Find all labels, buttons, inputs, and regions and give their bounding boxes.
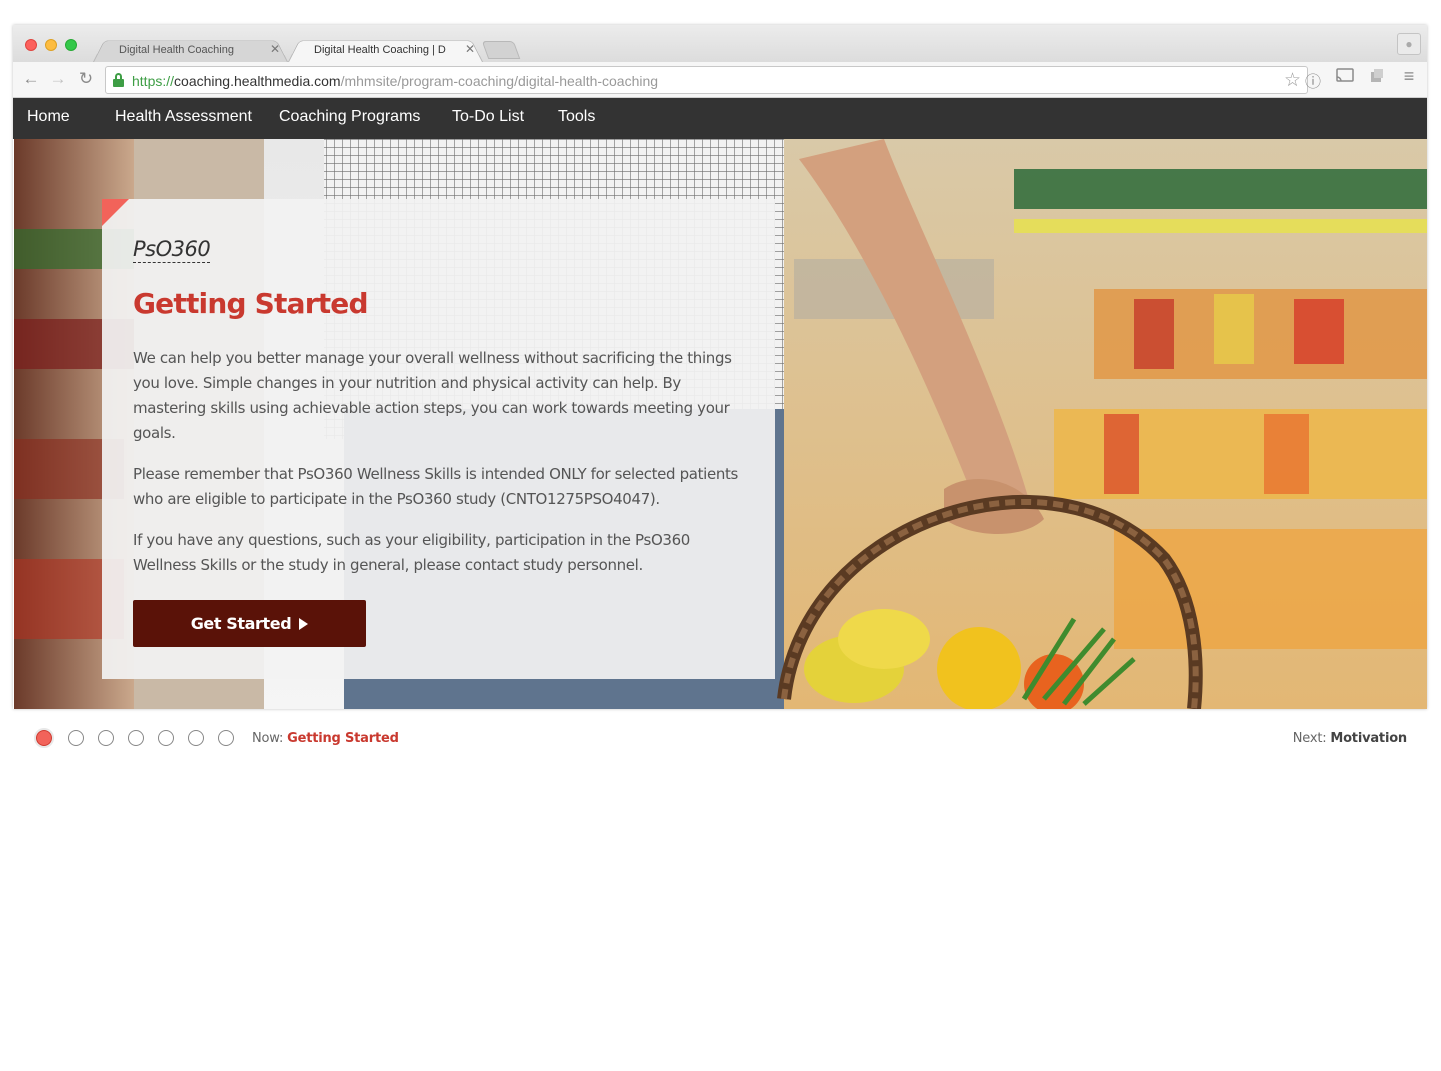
step-dot-current[interactable]	[34, 728, 54, 748]
intro-paragraph: We can help you better manage your overa…	[133, 349, 732, 442]
step-dot[interactable]	[128, 730, 144, 746]
browser-tab-active[interactable]: Digital Health Coaching | D ✕	[288, 37, 483, 62]
minimize-window-button[interactable]	[45, 39, 57, 51]
address-bar[interactable]: https://coaching.healthmedia.com/mhmsite…	[105, 66, 1308, 94]
zoom-window-button[interactable]	[65, 39, 77, 51]
site-nav: Home Health Assessment Coaching Programs…	[13, 98, 1427, 139]
step-dot[interactable]	[218, 730, 234, 746]
step-dot[interactable]	[158, 730, 174, 746]
now-step-name: Getting Started	[287, 731, 399, 746]
close-window-button[interactable]	[25, 39, 37, 51]
cast-icon[interactable]	[1333, 68, 1357, 87]
tab-strip: Digital Health Coaching ✕ Digital Health…	[13, 25, 1427, 62]
get-started-label: Get Started	[190, 614, 292, 633]
url-scheme: https://	[132, 73, 175, 89]
program-name[interactable]: PsO360	[133, 237, 211, 263]
nav-item-home[interactable]: Home	[27, 108, 70, 126]
browser-window: Digital Health Coaching ✕ Digital Health…	[13, 25, 1427, 709]
profile-icon[interactable]: ●	[1397, 33, 1421, 55]
nav-item-health-assessment[interactable]: Health Assessment	[115, 108, 252, 126]
url-path: /mhmsite/program-coaching/digital-health…	[340, 73, 659, 89]
card-corner-accent	[102, 199, 129, 226]
tab-title: Digital Health Coaching | D	[314, 44, 446, 56]
hamburger-menu-icon[interactable]: ≡	[1397, 66, 1421, 87]
play-arrow-icon	[299, 617, 309, 630]
step-dot[interactable]	[68, 730, 84, 746]
forward-arrow-icon[interactable]: →	[47, 69, 69, 89]
nav-item-tools[interactable]: Tools	[558, 108, 595, 126]
next-step-name: Motivation	[1330, 731, 1407, 746]
tab-close-icon[interactable]: ✕	[465, 42, 475, 56]
new-tab-button[interactable]	[481, 41, 521, 59]
hero-banner: PsO360 Getting Started We can help you b…	[14, 139, 1427, 709]
page-title: Getting Started	[133, 287, 369, 320]
reload-icon[interactable]: ↻	[75, 69, 97, 89]
step-dot[interactable]	[98, 730, 114, 746]
step-progress: Now: Getting Started Next: Motivation	[0, 725, 1441, 753]
now-step: Now: Getting Started	[252, 731, 399, 746]
url-text[interactable]: https://coaching.healthmedia.com/mhmsite…	[132, 73, 658, 89]
bookmark-star-icon[interactable]: ☆	[1284, 69, 1301, 92]
intro-card: PsO360 Getting Started We can help you b…	[102, 199, 775, 679]
tab-title: Digital Health Coaching	[119, 44, 234, 56]
next-label: Next:	[1292, 731, 1327, 746]
eligibility-paragraph: Please remember that PsO360 Wellness Ski…	[133, 465, 738, 508]
get-started-button[interactable]: Get Started	[133, 600, 366, 647]
next-step[interactable]: Next: Motivation	[1293, 731, 1407, 746]
browser-tab[interactable]: Digital Health Coaching ✕	[93, 37, 288, 62]
step-dot[interactable]	[188, 730, 204, 746]
contact-paragraph: If you have any questions, such as your …	[133, 531, 690, 574]
extension-icon[interactable]	[1365, 68, 1389, 89]
back-arrow-icon[interactable]: ←	[20, 69, 42, 89]
tab-close-icon[interactable]: ✕	[270, 42, 280, 56]
nav-item-coaching-programs[interactable]: Coaching Programs	[279, 108, 420, 126]
lock-icon	[113, 73, 124, 87]
nav-item-to-do-list[interactable]: To-Do List	[452, 108, 524, 126]
url-host: coaching.healthmedia.com	[174, 73, 341, 89]
browser-toolbar: ← → ↻ https://coaching.healthmedia.com/m…	[13, 62, 1427, 98]
now-label: Now:	[252, 731, 284, 746]
info-icon[interactable]: ⓘ	[1301, 68, 1325, 92]
